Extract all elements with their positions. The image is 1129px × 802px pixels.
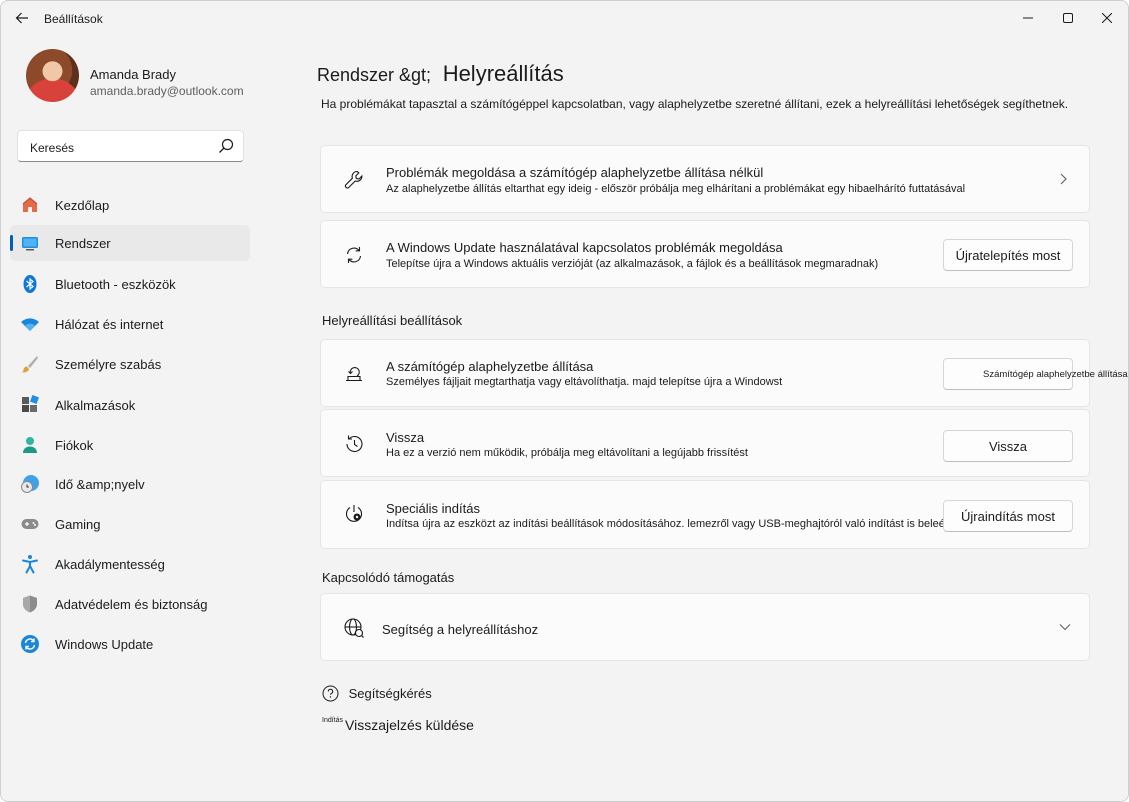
sidebar-item-home[interactable]: Kezdőlap (10, 187, 250, 223)
breadcrumb-parent[interactable]: Rendszer &gt; (317, 65, 431, 85)
reset-pc-description: Személyes fájljait megtarthatja vagy elt… (386, 376, 783, 388)
go-back-card: Vissza Ha ez a verzió nem működik, próbá… (320, 409, 1090, 477)
gamepad-icon (21, 519, 39, 529)
sidebar-item-label: Fiókok (55, 438, 94, 453)
troubleshoot-card[interactable]: Problémák megoldása a számítógép alaphel… (320, 145, 1090, 213)
related-support-heading: Kapcsolódó támogatás (322, 570, 455, 585)
sidebar-item-label: Kezdőlap (55, 198, 110, 213)
avatar[interactable] (26, 49, 79, 102)
chevron-down-icon (1059, 624, 1071, 631)
title-bar: Beállítások (1, 1, 1128, 35)
sidebar-item-accounts[interactable]: Fiókok (10, 427, 250, 463)
go-back-button[interactable]: Vissza (943, 430, 1073, 462)
close-icon (1102, 13, 1112, 23)
recovery-options-heading: Helyreállítási beállítások (322, 313, 463, 328)
account-icon (23, 437, 37, 453)
breadcrumb: Rendszer &gt; Helyreállítás (317, 61, 564, 87)
feedback-small-label: Indítás (322, 717, 344, 724)
minimize-button[interactable] (1008, 5, 1048, 31)
sidebar-item-personalization[interactable]: Személyre szabás (10, 346, 250, 382)
brush-icon (21, 356, 38, 373)
chevron-right-icon (1060, 173, 1067, 185)
sidebar-item-label: Idő &amp;nyelv (55, 477, 145, 492)
sidebar-item-label: Alkalmazások (55, 398, 136, 413)
back-arrow-icon (15, 12, 28, 24)
advanced-startup-card: Speciális indítás Indítsa újra az eszköz… (320, 480, 1090, 549)
home-icon (22, 197, 38, 212)
sidebar-item-label: Akadálymentesség (55, 557, 165, 572)
update-icon (21, 635, 39, 653)
troubleshoot-title: Problémák megoldása a számítógép alaphel… (386, 165, 764, 180)
reset-pc-button[interactable]: Számítógép alaphelyzetbe állítása (943, 358, 1128, 390)
sidebar-item-privacy[interactable]: Adatvédelem és biztonság (10, 586, 250, 622)
get-help-link[interactable]: Segítségkérés (322, 685, 432, 702)
sidebar-item-windows-update[interactable]: Windows Update (10, 626, 250, 662)
sidebar-item-accessibility[interactable]: Akadálymentesség (10, 546, 250, 582)
wifi-icon (21, 318, 39, 331)
time-language-icon (21, 475, 39, 493)
user-email: amanda.brady@outlook.com (90, 84, 244, 98)
settings-window: Beállítások Amanda Brady amanda.brady@ou… (0, 0, 1129, 802)
feedback-link[interactable]: Indítás Visszajelzés küldése (322, 717, 474, 733)
windows-update-fix-description: Telepítse újra a Windows aktuális verzió… (386, 258, 879, 270)
sidebar-item-label: Személyre szabás (55, 357, 162, 372)
sidebar-item-bluetooth[interactable]: Bluetooth - eszközök (10, 266, 250, 302)
advanced-startup-description: Indítsa újra az eszközt az indítási beál… (386, 518, 964, 530)
get-help-label: Segítségkérés (348, 686, 432, 702)
maximize-icon (1063, 13, 1073, 23)
globe-icon (344, 618, 364, 638)
advanced-startup-title: Speciális indítás (386, 501, 480, 516)
sidebar-item-apps[interactable]: Alkalmazások (10, 387, 250, 423)
reset-pc-button-label: Számítógép alaphelyzetbe állítása (983, 368, 1128, 380)
system-icon (22, 237, 38, 251)
reset-pc-title: A számítógép alaphelyzetbe állítása (386, 359, 594, 374)
restart-now-button[interactable]: Újraindítás most (943, 500, 1073, 532)
refresh-icon (346, 247, 362, 263)
minimize-icon (1023, 17, 1033, 19)
sidebar-item-label: Rendszer (55, 236, 111, 251)
troubleshoot-description: Az alaphelyzetbe állítás eltarthat egy i… (386, 183, 966, 195)
search-input[interactable]: Keresés (17, 130, 244, 162)
app-title: Beállítások (44, 12, 103, 26)
recovery-help-card[interactable]: Segítség a helyreállításhoz (320, 593, 1090, 661)
sidebar-item-label: Hálózat és internet (55, 317, 164, 332)
reinstall-now-button[interactable]: Újratelepítés most (943, 239, 1073, 271)
feedback-label: Visszajelzés küldése (345, 717, 474, 733)
sidebar-item-gaming[interactable]: Gaming (10, 506, 250, 542)
back-button[interactable] (11, 7, 33, 29)
reset-pc-icon (346, 367, 362, 382)
apps-icon (22, 395, 39, 412)
sidebar-item-label: Adatvédelem és biztonság (55, 597, 208, 612)
sidebar-item-label: Windows Update (55, 637, 154, 652)
sidebar-item-label: Gaming (55, 517, 101, 532)
shield-icon (23, 595, 37, 613)
user-name: Amanda Brady (90, 67, 176, 82)
close-button[interactable] (1087, 5, 1127, 31)
search-icon[interactable] (218, 138, 234, 154)
sidebar-item-network[interactable]: Hálózat és internet (10, 306, 250, 342)
windows-update-fix-card: A Windows Update használatával kapcsolat… (320, 220, 1090, 288)
wrench-icon (344, 170, 363, 189)
sidebar-item-time-language[interactable]: Idő &amp;nyelv (10, 466, 250, 502)
help-icon (322, 685, 339, 702)
reset-pc-card: A számítógép alaphelyzetbe állítása Szem… (320, 339, 1128, 407)
search-input-text: Keresés (30, 141, 75, 155)
windows-update-fix-title: A Windows Update használatával kapcsolat… (386, 240, 783, 255)
history-icon (346, 435, 363, 452)
recovery-help-title: Segítség a helyreállításhoz (382, 622, 539, 637)
accessibility-icon (22, 555, 38, 574)
active-indicator (10, 235, 13, 251)
advanced-startup-icon (345, 505, 363, 522)
maximize-button[interactable] (1048, 5, 1088, 31)
go-back-description: Ha ez a verzió nem működik, próbálja meg… (386, 447, 748, 459)
sidebar-item-system[interactable]: Rendszer (10, 225, 250, 261)
bluetooth-icon (23, 275, 37, 293)
page-description: Ha problémákat tapasztal a számítógéppel… (321, 97, 1069, 111)
page-title: Helyreállítás (442, 61, 564, 86)
go-back-title: Vissza (386, 430, 425, 445)
sidebar-item-label: Bluetooth - eszközök (55, 277, 176, 292)
